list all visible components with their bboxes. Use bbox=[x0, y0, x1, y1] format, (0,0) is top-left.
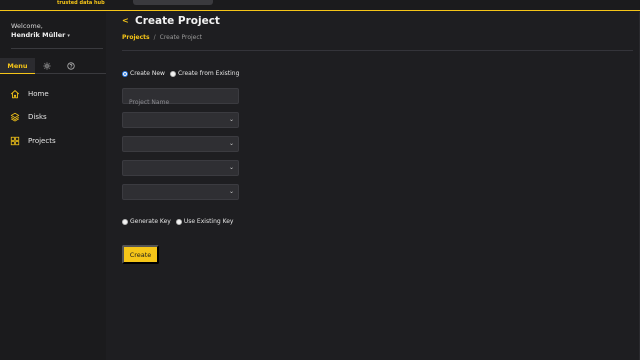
key-options: Generate Key Use Existing Key bbox=[122, 218, 238, 225]
grid-icon bbox=[10, 136, 20, 146]
radio-create-new-label[interactable]: Create New bbox=[130, 70, 165, 77]
chevron-down-icon: ⌄ bbox=[228, 116, 234, 123]
breadcrumb-separator: / bbox=[153, 34, 156, 41]
sidebar: Welcome, Hendrik Müller ▾ Menu Home Disk… bbox=[0, 12, 106, 360]
chevron-down-icon: ⌄ bbox=[228, 188, 234, 195]
select-field-1[interactable]: ⌄ bbox=[122, 112, 239, 128]
tab-menu[interactable]: Menu bbox=[0, 58, 35, 74]
create-button[interactable]: Create bbox=[122, 245, 159, 264]
sidebar-item-label: Projects bbox=[28, 137, 56, 145]
radio-create-from-existing[interactable] bbox=[169, 70, 176, 77]
main-content: < Create Project Projects / Create Proje… bbox=[106, 12, 640, 360]
select-field-3[interactable]: ⌄ bbox=[122, 160, 239, 176]
creation-mode-options: Create New Create from Existing bbox=[122, 70, 244, 77]
home-icon bbox=[10, 89, 20, 99]
breadcrumb-projects-link[interactable]: Projects bbox=[122, 34, 150, 41]
top-search-bar[interactable] bbox=[133, 0, 213, 5]
sidebar-item-label: Disks bbox=[28, 113, 47, 121]
sidebar-item-home[interactable]: Home bbox=[10, 88, 100, 100]
chevron-down-icon: ⌄ bbox=[228, 164, 234, 171]
radio-use-existing-key[interactable] bbox=[175, 218, 182, 225]
tab-help[interactable] bbox=[62, 58, 80, 74]
user-menu[interactable]: Hendrik Müller ▾ bbox=[11, 31, 70, 39]
caret-down-icon: ▾ bbox=[67, 33, 70, 39]
sidebar-item-projects[interactable]: Projects bbox=[10, 135, 100, 147]
header-divider bbox=[122, 50, 633, 51]
select-field-2[interactable]: ⌄ bbox=[122, 136, 239, 152]
user-name: Hendrik Müller bbox=[11, 31, 66, 39]
sidebar-item-disks[interactable]: Disks bbox=[10, 111, 100, 123]
radio-create-from-existing-label[interactable]: Create from Existing bbox=[178, 70, 239, 77]
select-field-4[interactable]: ⌄ bbox=[122, 184, 239, 200]
back-button[interactable]: < bbox=[122, 16, 129, 25]
tab-settings[interactable] bbox=[38, 58, 56, 74]
welcome-text: Welcome, bbox=[11, 22, 43, 30]
breadcrumb: Projects / Create Project bbox=[122, 34, 202, 41]
top-bar: trusted data hub bbox=[0, 0, 640, 11]
help-icon bbox=[67, 62, 75, 70]
radio-generate-key-label[interactable]: Generate Key bbox=[130, 218, 171, 225]
layers-icon bbox=[10, 112, 20, 122]
gear-icon bbox=[43, 62, 51, 70]
radio-generate-key[interactable] bbox=[122, 218, 128, 225]
sidebar-item-label: Home bbox=[28, 90, 49, 98]
sidebar-tabs: Menu bbox=[0, 58, 106, 74]
brand-tagline: trusted data hub bbox=[57, 0, 105, 6]
project-name-field bbox=[122, 88, 239, 110]
radio-use-existing-key-label[interactable]: Use Existing Key bbox=[184, 218, 234, 225]
project-name-input[interactable] bbox=[123, 95, 238, 110]
page-title: Create Project bbox=[135, 15, 220, 27]
chevron-down-icon: ⌄ bbox=[228, 140, 234, 147]
radio-create-new[interactable] bbox=[122, 70, 128, 77]
breadcrumb-current: Create Project bbox=[159, 34, 203, 41]
sidebar-divider bbox=[11, 48, 103, 49]
